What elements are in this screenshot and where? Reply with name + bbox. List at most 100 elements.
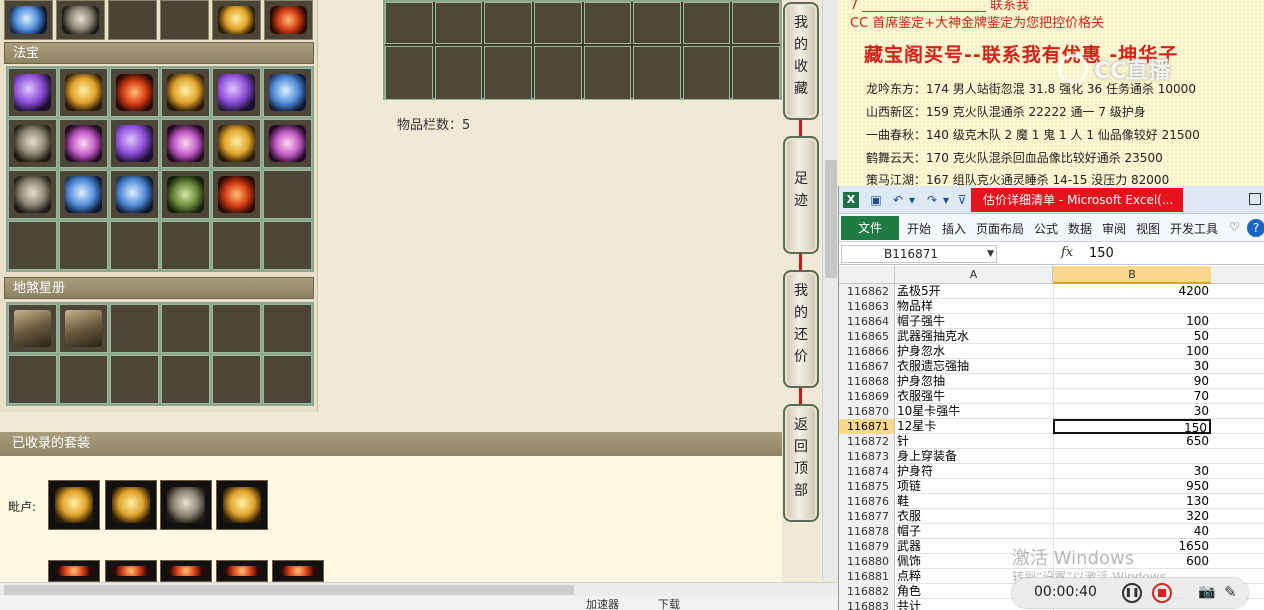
column-header-b[interactable]: B [1053,266,1211,284]
row-number[interactable]: 116872 [839,434,895,449]
item-slot[interactable] [212,68,261,117]
item-slot[interactable] [263,221,312,270]
chevron-down-icon[interactable]: ▼ [987,246,994,262]
chevron-down-icon[interactable]: ▾ [939,193,953,207]
accelerator-button[interactable]: 加速器 [586,596,619,610]
item-slot[interactable] [263,68,312,117]
item-slot[interactable] [212,0,261,40]
item-slot[interactable] [263,170,312,219]
item-slot[interactable] [110,304,159,353]
row-number[interactable]: 116883 [839,599,895,610]
redo-icon[interactable]: ↷ [925,193,939,207]
item-slot[interactable] [263,119,312,168]
scrollbar-thumb[interactable] [4,585,574,595]
cell-b[interactable]: 650 [1053,434,1211,449]
item-slot[interactable] [264,0,313,40]
cell-a[interactable]: 衣服遗忘强抽 [897,359,1051,374]
active-cell-b[interactable]: 150 [1053,419,1211,435]
item-slot[interactable] [385,2,433,44]
row-number[interactable]: 116865 [839,329,895,344]
tab-footprint[interactable]: 足 迹 [783,136,819,254]
item-slot[interactable] [59,355,108,404]
item-slot[interactable] [160,0,209,40]
row-number[interactable]: 116878 [839,524,895,539]
row-number[interactable]: 116864 [839,314,895,329]
cell-b[interactable]: 100 [1053,314,1211,329]
cell-b[interactable]: 40 [1053,524,1211,539]
select-all-corner[interactable] [839,266,895,284]
insert-function-icon[interactable]: fx [1061,245,1073,260]
item-slot[interactable] [161,355,210,404]
cell-b[interactable]: 950 [1053,479,1211,494]
item-slot[interactable] [8,221,57,270]
cell-a[interactable]: 护身符 [897,464,1051,479]
set-item-icon[interactable] [48,560,100,582]
tab-view[interactable]: 视图 [1136,220,1160,237]
ribbon-collapse-icon[interactable]: ♡ [1229,220,1240,234]
item-slot[interactable] [212,221,261,270]
save-icon[interactable]: ▣ [869,193,883,207]
tab-data[interactable]: 数据 [1068,220,1092,237]
set-item-icon[interactable] [48,480,100,530]
item-slot[interactable] [263,304,312,353]
cell-a[interactable]: 帽子强牛 [897,314,1051,329]
item-slot[interactable] [385,46,433,100]
item-slot[interactable] [533,46,582,100]
row-number[interactable]: 116870 [839,404,895,419]
set-item-icon[interactable] [160,560,212,582]
item-slot[interactable] [59,170,108,219]
row-number[interactable]: 116876 [839,494,895,509]
row-number[interactable]: 116877 [839,509,895,524]
item-slot[interactable] [161,119,210,168]
item-slot[interactable] [263,355,312,404]
cell-a[interactable]: 孟极5开 [897,284,1051,299]
cell-a[interactable]: 鞋 [897,494,1051,509]
chevron-down-icon[interactable]: ▾ [905,193,919,207]
cell-a[interactable]: 项链 [897,479,1051,494]
item-slot[interactable] [434,2,483,44]
tab-page-layout[interactable]: 页面布局 [976,220,1024,237]
pen-icon[interactable]: ✎ [1224,583,1237,601]
item-slot[interactable] [8,355,57,404]
scrollbar-thumb[interactable] [825,160,837,278]
cell-a[interactable]: 护身忽水 [897,344,1051,359]
row-number[interactable]: 116866 [839,344,895,359]
item-slot[interactable] [583,46,632,100]
item-slot[interactable] [8,170,57,219]
row-number[interactable]: 116880 [839,554,895,569]
item-slot[interactable] [110,170,159,219]
cell-b[interactable]: 70 [1053,389,1211,404]
cell-b[interactable]: 4200 [1053,284,1211,299]
customize-icon[interactable]: ⊽ [955,193,969,207]
item-slot[interactable] [212,170,261,219]
row-number[interactable]: 116879 [839,539,895,554]
excel-logo-icon[interactable]: X [843,192,859,208]
set-item-icon[interactable] [272,560,324,582]
stop-icon[interactable] [1152,583,1172,603]
item-slot[interactable] [484,46,532,100]
camera-icon[interactable]: 📷 [1198,584,1215,600]
item-slot[interactable] [212,119,261,168]
tab-review[interactable]: 审阅 [1102,220,1126,237]
row-number[interactable]: 116871 [839,419,895,434]
item-slot[interactable] [59,119,108,168]
item-slot[interactable] [110,221,159,270]
cell-b[interactable] [1053,449,1211,464]
tab-my-counter-offer[interactable]: 我 的 还 价 [783,270,819,388]
set-item-icon[interactable] [216,560,268,582]
tab-developer[interactable]: 开发工具 [1170,220,1218,237]
cell-b[interactable]: 50 [1053,329,1211,344]
row-number[interactable]: 116874 [839,464,895,479]
name-box[interactable]: B116871 ▼ [841,245,997,263]
row-number[interactable]: 116869 [839,389,895,404]
item-slot[interactable] [682,46,731,100]
item-slot[interactable] [110,119,159,168]
vertical-scrollbar[interactable] [822,0,838,580]
cell-b[interactable]: 30 [1053,404,1211,419]
item-slot[interactable] [8,119,57,168]
cell-a[interactable]: 12星卡 [897,419,1051,434]
item-slot[interactable] [633,2,681,44]
cell-a[interactable]: 针 [897,434,1051,449]
download-button[interactable]: 下载 [658,596,680,610]
item-slot[interactable] [56,0,105,40]
